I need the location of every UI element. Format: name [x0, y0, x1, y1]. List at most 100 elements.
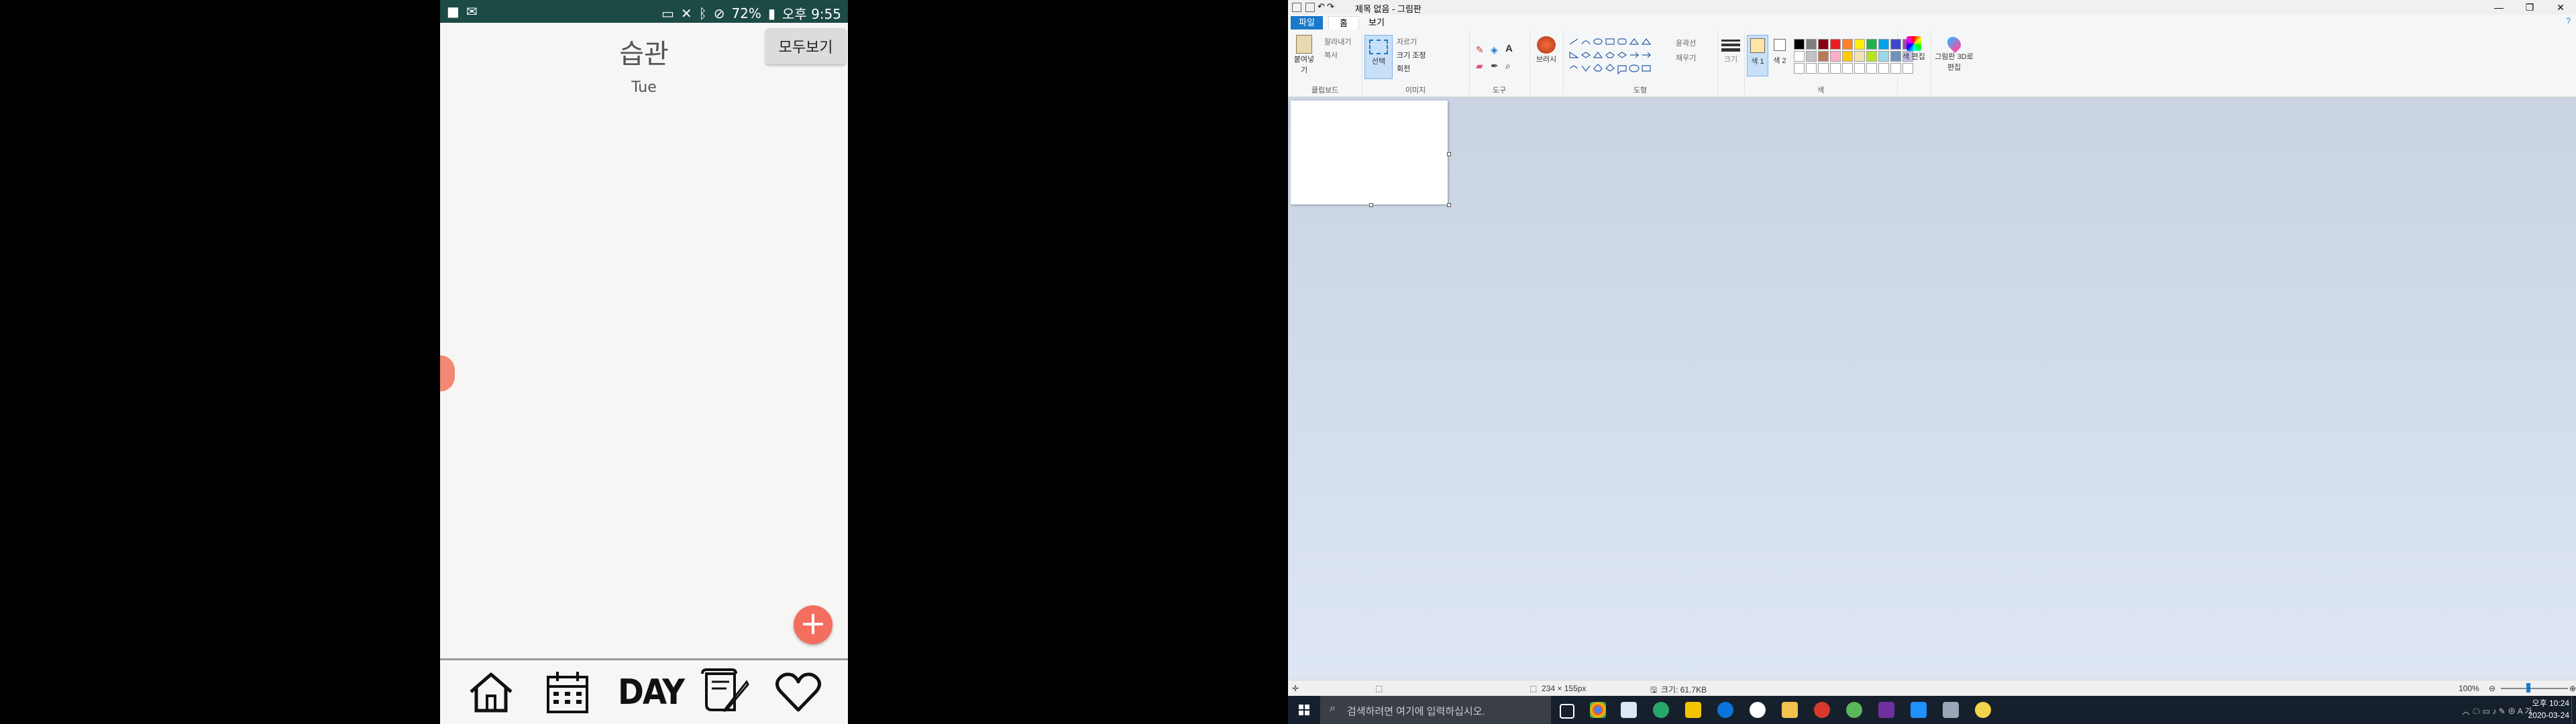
close-button[interactable]: ✕ [2545, 0, 2576, 15]
view-all-button[interactable]: 모두보기 [765, 28, 846, 64]
text-icon[interactable]: A [1505, 43, 1513, 54]
cut-button[interactable]: 잘라내기 [1324, 36, 1351, 47]
undo-icon[interactable]: ↶ [1318, 1, 1325, 12]
sticky-notes-icon[interactable] [1685, 702, 1701, 718]
save-icon[interactable] [1305, 3, 1315, 12]
app-red-icon[interactable] [1814, 702, 1830, 718]
file-explorer-icon[interactable] [1782, 702, 1798, 718]
palette-swatch[interactable] [1818, 39, 1829, 50]
palette-swatch[interactable] [1818, 63, 1829, 74]
resize-button[interactable]: 크기 조정 [1397, 50, 1426, 60]
palette-swatch[interactable] [1842, 63, 1853, 74]
brushes-button[interactable]: 브러시 [1532, 36, 1560, 64]
zoom-slider[interactable] [2501, 688, 2568, 689]
color1-button[interactable]: 색 1 [1747, 35, 1768, 76]
show-desktop-button[interactable] [2571, 696, 2576, 724]
add-habit-button[interactable]: + [794, 605, 833, 644]
tab-file[interactable]: 파일 [1291, 16, 1323, 29]
tab-view[interactable]: 보기 [1363, 16, 1390, 29]
edit-colors-button[interactable]: 색 편집 [1900, 36, 1928, 62]
palette-swatch[interactable] [1818, 51, 1829, 62]
side-drawer-handle[interactable] [440, 355, 455, 391]
paint-taskbar-icon[interactable] [1943, 702, 1959, 718]
rotate-button[interactable]: 회전 [1397, 63, 1410, 74]
task-view-icon[interactable] [1560, 704, 1574, 719]
app-green2-icon[interactable] [1846, 702, 1862, 718]
canvas-area[interactable] [1288, 97, 2576, 679]
shapes-group: 윤곽선 채우기 도형 [1563, 31, 1718, 95]
nav-calendar[interactable] [541, 667, 594, 718]
status-time: 오후 9:55 [782, 6, 841, 22]
pencil-icon[interactable]: ✎ [1476, 44, 1484, 56]
palette-swatch[interactable] [1866, 39, 1877, 50]
color2-button[interactable]: 색 2 [1770, 35, 1790, 66]
onenote-icon[interactable] [1878, 702, 1894, 718]
line-width-icon [1721, 40, 1740, 42]
palette-swatch[interactable] [1866, 51, 1877, 62]
app-green-icon[interactable] [1653, 702, 1669, 718]
zoom-out-button[interactable]: ⊖ [2489, 684, 2496, 693]
outline-button[interactable]: 윤곽선 [1676, 38, 1696, 48]
tab-home[interactable]: 홈 [1328, 16, 1359, 30]
browser-icon[interactable] [1750, 702, 1766, 718]
palette-swatch[interactable] [1878, 63, 1889, 74]
windows-icon [1299, 705, 1309, 715]
app-blue-icon[interactable] [1911, 702, 1927, 718]
minimize-button[interactable]: — [2483, 0, 2514, 15]
shapes-gallery[interactable] [1568, 38, 1669, 78]
redo-icon[interactable]: ↷ [1327, 1, 1334, 12]
palette-swatch[interactable] [1854, 39, 1865, 50]
crop-button[interactable]: 자르기 [1397, 36, 1417, 47]
paint3d-button[interactable]: 그림판 3D로 편집 [1935, 34, 1974, 72]
eraser-icon[interactable]: ▰ [1476, 60, 1483, 72]
taskbar-search[interactable]: ⌕ 검색하려면 여기에 입력하십시오. [1320, 696, 1551, 724]
palette-swatch[interactable] [1794, 39, 1805, 50]
nav-home[interactable] [464, 667, 518, 718]
help-icon[interactable]: ? [2566, 16, 2571, 25]
paste-button[interactable]: 붙여넣기 [1291, 35, 1318, 75]
app-yellow-icon[interactable] [1975, 702, 1991, 718]
palette-swatch[interactable] [1806, 63, 1817, 74]
color-picker-icon[interactable]: ✒ [1491, 60, 1499, 72]
window-title: 제목 없음 - 그림판 [1355, 4, 1421, 14]
palette-swatch[interactable] [1854, 51, 1865, 62]
palette-swatch[interactable] [1794, 51, 1805, 62]
nav-favorites[interactable] [771, 667, 825, 718]
heart-icon [775, 672, 822, 712]
system-tray-icons[interactable]: ︿ ☁ ▭ ♪ ✎ ⊕ A 가 [2462, 705, 2532, 717]
nav-day[interactable]: DAY [612, 667, 690, 718]
palette-swatch[interactable] [1842, 39, 1853, 50]
palette-swatch[interactable] [1806, 39, 1817, 50]
palette-swatch[interactable] [1878, 51, 1889, 62]
palette-swatch[interactable] [1794, 63, 1805, 74]
zoom-in-button[interactable]: ⊕ [2569, 684, 2576, 693]
chrome-icon[interactable] [1590, 702, 1606, 718]
palette-swatch[interactable] [1842, 51, 1853, 62]
palette-swatch[interactable] [1854, 63, 1865, 74]
resize-handle-corner[interactable] [1447, 203, 1451, 207]
palette-swatch[interactable] [1878, 39, 1889, 50]
size-button[interactable]: 크기 [1720, 38, 1741, 64]
store-icon[interactable] [1621, 702, 1637, 718]
canvas-size-icon: ⬚ [1529, 684, 1538, 693]
zoom-thumb[interactable] [2526, 683, 2530, 692]
palette-swatch[interactable] [1830, 39, 1841, 50]
select-button[interactable]: 선택 [1364, 35, 1393, 79]
palette-swatch[interactable] [1866, 63, 1877, 74]
resize-handle-bottom[interactable] [1369, 203, 1373, 207]
resize-handle-right[interactable] [1447, 152, 1451, 156]
skype-icon[interactable] [1717, 702, 1733, 718]
magnifier-icon[interactable]: ⌕ [1505, 60, 1511, 72]
copy-button[interactable]: 복사 [1324, 50, 1338, 60]
palette-swatch[interactable] [1830, 63, 1841, 74]
palette-swatch[interactable] [1830, 51, 1841, 62]
start-button[interactable] [1288, 696, 1320, 724]
file-size: 크기: 61.7KB [1661, 685, 1707, 695]
nav-journal[interactable] [698, 667, 751, 718]
clock[interactable]: 오후 10:24 2020-03-24 [2528, 697, 2569, 721]
palette-swatch[interactable] [1806, 51, 1817, 62]
fill-button[interactable]: 채우기 [1676, 52, 1696, 63]
fill-icon[interactable]: ◈ [1491, 44, 1498, 56]
drawing-canvas[interactable] [1291, 101, 1448, 204]
maximize-button[interactable]: ❐ [2514, 0, 2545, 15]
